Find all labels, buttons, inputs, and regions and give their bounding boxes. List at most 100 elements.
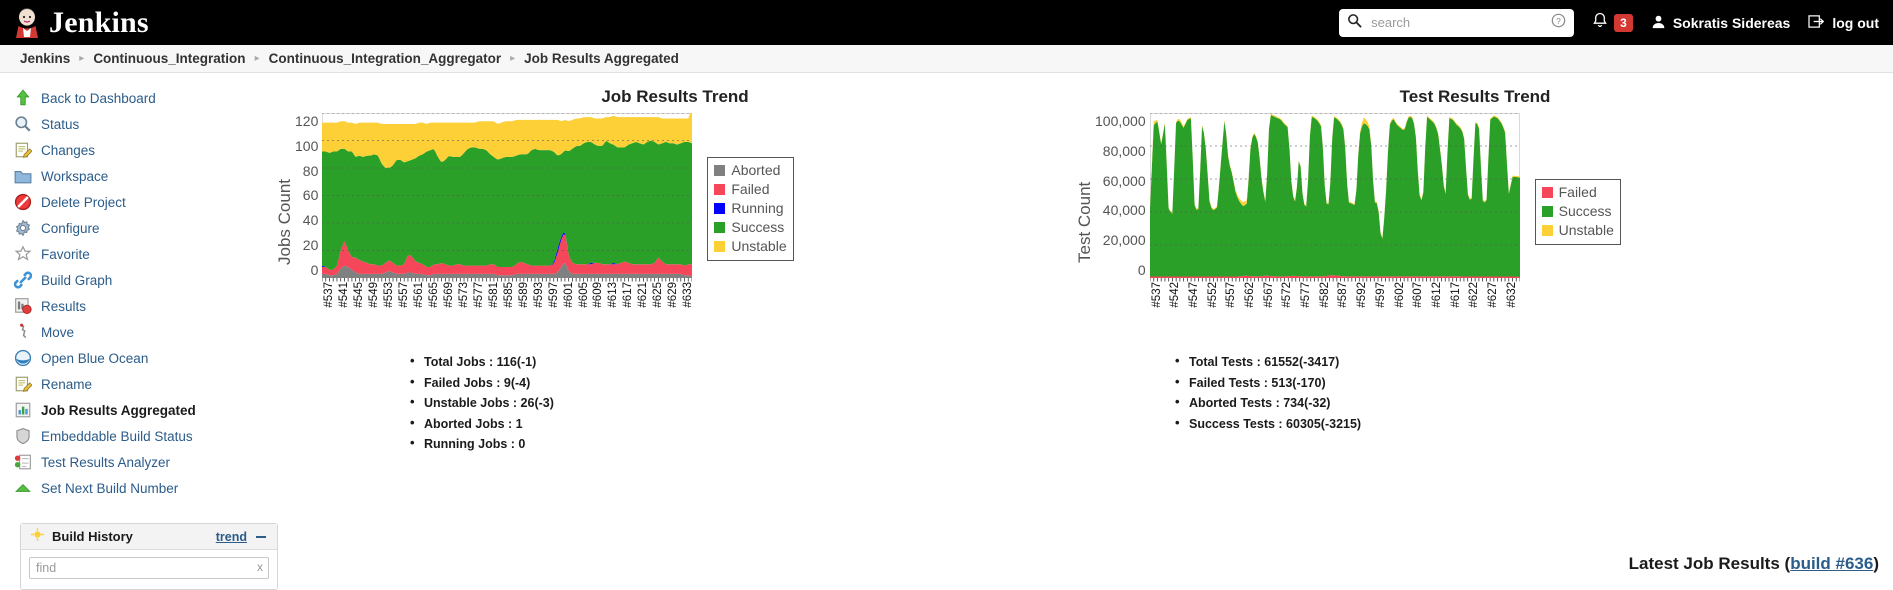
sidebar-item-configure[interactable]: Configure (14, 215, 275, 241)
legend-item: Running (714, 199, 786, 218)
y-tick-label: 40,000 (1102, 202, 1146, 219)
shield-icon (14, 427, 32, 445)
legend-item: Aborted (714, 161, 786, 180)
summary-item: Aborted Jobs : 1 (410, 413, 1075, 435)
up-arrow-icon (14, 89, 32, 107)
breadcrumb-item-0[interactable]: Jenkins (20, 51, 70, 66)
x-axis-ticks (1149, 278, 1520, 282)
test-chart-xticks: #537 #542 #547 #552 #557 #562 #567 #572 #577 #582… (1149, 278, 1520, 330)
job-results-trend-chart[interactable] (322, 113, 693, 278)
test-chart-row: Test Count 100,000 80,000 60,000 40,000 20,0… (1075, 113, 1875, 330)
x-tick-label: #541 (338, 282, 351, 308)
job-chart-row: Jobs Count 120 100 80 60 40 20 0 #537 #541 #545 #… (275, 113, 1075, 330)
breadcrumb-item-3[interactable]: Job Results Aggregated (524, 51, 679, 66)
breadcrumb-separator: ▸ (510, 53, 516, 64)
y-tick-label: 80,000 (1102, 142, 1146, 159)
sidebar-item-label: Workspace (41, 168, 109, 184)
breadcrumb-item-1[interactable]: Continuous_Integration (93, 51, 245, 66)
job-chart-ylabel: Jobs Count (275, 178, 294, 265)
sidebar-item-label: Delete Project (41, 194, 126, 210)
x-tick-label: #569 (442, 282, 455, 308)
green-arrow-icon (14, 479, 32, 497)
y-tick-label: 100,000 (1095, 113, 1146, 129)
build-history-header: Build History trend (21, 524, 277, 550)
sidebar-item-set-next-build-number[interactable]: Set Next Build Number (14, 475, 275, 501)
legend-label: Failed (1558, 184, 1597, 200)
build-history-body: x (21, 550, 277, 589)
legend-label: Aborted (731, 162, 781, 178)
x-tick-label: #587 (1337, 282, 1350, 308)
collapse-icon[interactable] (255, 528, 267, 545)
test-chart-ylabel: Test Count (1075, 180, 1094, 263)
y-tick-label: 0 (1137, 261, 1146, 278)
bell-icon[interactable] (1592, 12, 1608, 33)
y-tick-label: 20,000 (1102, 232, 1146, 249)
sidebar-item-job-results-aggregated[interactable]: Job Results Aggregated (14, 397, 275, 423)
logout-icon (1808, 14, 1825, 32)
sidebar-item-favorite[interactable]: Favorite (14, 241, 275, 267)
notifications[interactable]: 3 (1592, 12, 1633, 33)
y-tick-label: 80 (302, 162, 319, 179)
build-history-trend-link[interactable]: trend (216, 530, 247, 544)
sidebar-item-embeddable-build-status[interactable]: Embeddable Build Status (14, 423, 275, 449)
legend-label: Unstable (1558, 222, 1614, 238)
user-menu[interactable]: Sokratis Sidereas (1651, 14, 1790, 32)
sidebar-item-status[interactable]: Status (14, 111, 275, 137)
sidebar-item-changes[interactable]: Changes (14, 137, 275, 163)
search-input[interactable] (1369, 14, 1545, 31)
job-chart-yticks: 120 100 80 60 40 20 0 (295, 113, 322, 278)
x-tick-label: #573 (457, 282, 470, 308)
x-tick-label: #627 (1486, 282, 1499, 308)
logout-button[interactable]: log out (1808, 14, 1879, 32)
summary-item: Failed Tests : 513(-170) (1175, 372, 1875, 394)
x-tick-label: #617 (622, 282, 635, 308)
summary-item: Aborted Tests : 734(-32) (1175, 392, 1875, 414)
legend-swatch-success (1541, 206, 1553, 217)
sidebar-item-label: Build Graph (41, 272, 113, 288)
x-tick-label: #617 (1449, 282, 1462, 308)
latest-build-link[interactable]: build #636 (1790, 554, 1873, 573)
legend-label: Success (731, 219, 785, 235)
sidebar-item-back-to-dashboard[interactable]: Back to Dashboard (14, 85, 275, 111)
legend-item: Unstable (1541, 221, 1614, 240)
folder-icon (14, 167, 32, 185)
x-tick-label: #633 (682, 282, 695, 308)
latest-prefix: Latest Job Results ( (1628, 554, 1791, 573)
sidebar-item-results[interactable]: Results (14, 293, 275, 319)
jenkins-brand[interactable]: Jenkins (14, 6, 149, 40)
clear-find-icon[interactable]: x (257, 560, 263, 574)
build-history-title: Build History (52, 529, 133, 544)
build-find-input[interactable] (29, 557, 269, 579)
legend-swatch-success (714, 222, 726, 233)
search-box[interactable]: ? (1339, 8, 1575, 37)
job-chart-title: Job Results Trend (601, 87, 749, 106)
sidebar-item-build-graph[interactable]: Build Graph (14, 267, 275, 293)
sidebar-item-delete-project[interactable]: Delete Project (14, 189, 275, 215)
sidebar-item-open-blue-ocean[interactable]: Open Blue Ocean (14, 345, 275, 371)
breadcrumb-separator: ▸ (79, 53, 85, 64)
sidebar-item-label: Set Next Build Number (41, 480, 179, 496)
breadcrumb-item-2[interactable]: Continuous_Integration_Aggregator (269, 51, 502, 66)
sidebar-item-test-results-analyzer[interactable]: Test Results Analyzer (14, 449, 275, 475)
y-tick-label: 60 (302, 187, 319, 204)
svg-text:?: ? (1556, 16, 1561, 26)
logout-label: log out (1832, 14, 1879, 31)
test-results-trend-chart[interactable] (1149, 113, 1520, 278)
legend-swatch-aborted (714, 165, 726, 176)
x-tick-label: #621 (637, 282, 650, 308)
legend-swatch-failed (714, 184, 726, 195)
sidebar-item-rename[interactable]: Rename (14, 371, 275, 397)
sidebar-item-workspace[interactable]: Workspace (14, 163, 275, 189)
move-icon (14, 323, 32, 341)
test-chart-legend: Failed Success Unstable (1534, 179, 1621, 245)
y-tick-label: 0 (310, 261, 319, 278)
help-icon[interactable]: ? (1551, 13, 1566, 32)
job-results-panel: Job Results Trend Jobs Count 120 100 80 60 4… (275, 73, 1075, 455)
search-icon (1347, 13, 1362, 32)
x-tick-label: #557 (1225, 282, 1238, 308)
summary-item: Success Tests : 60305(-3215) (1175, 413, 1875, 435)
legend-swatch-running (714, 203, 726, 214)
notepad-pencil-icon (14, 141, 32, 159)
sidebar-item-move[interactable]: Move (14, 319, 275, 345)
jenkins-logo-icon (14, 7, 40, 38)
